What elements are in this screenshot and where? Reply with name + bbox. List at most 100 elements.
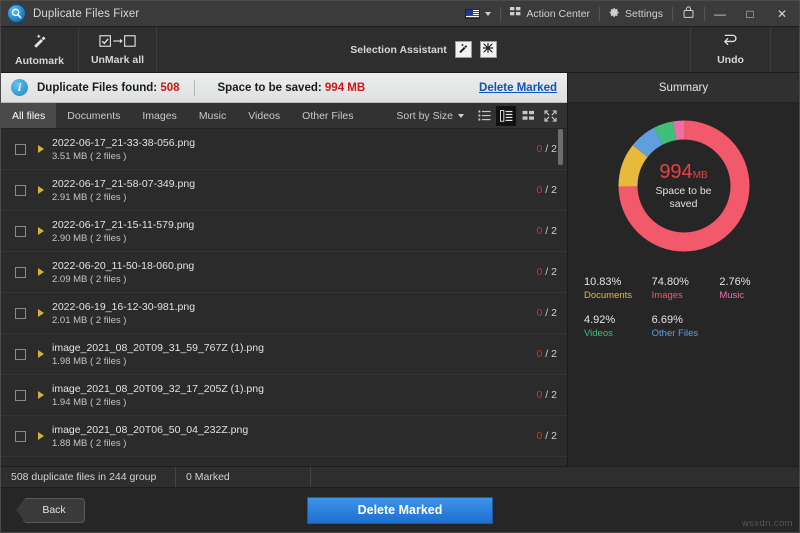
close-icon: ✕ bbox=[777, 7, 787, 21]
info-icon: i bbox=[11, 79, 28, 96]
table-row[interactable]: image_2021_08_20T09_32_17_205Z (1).png 1… bbox=[1, 375, 567, 416]
main-toolbar: Automark UnMark all Selection Assistant bbox=[1, 27, 799, 73]
magic-wand-icon bbox=[457, 42, 469, 57]
close-button[interactable]: ✕ bbox=[765, 1, 799, 27]
expand-arrow-icon[interactable] bbox=[38, 268, 44, 276]
tab-music[interactable]: Music bbox=[188, 103, 237, 128]
view-controls: Sort by Size bbox=[396, 103, 567, 128]
fullscreen-icon[interactable] bbox=[540, 106, 560, 126]
row-checkbox[interactable] bbox=[15, 144, 26, 155]
minimize-button[interactable]: — bbox=[705, 1, 735, 27]
tab-images[interactable]: Images bbox=[131, 103, 187, 128]
undo-button[interactable]: Undo bbox=[691, 27, 771, 72]
row-checkbox[interactable] bbox=[15, 185, 26, 196]
expand-arrow-icon[interactable] bbox=[38, 432, 44, 440]
file-meta: 3.51 MB ( 2 files ) bbox=[52, 151, 195, 162]
cart-button[interactable] bbox=[673, 1, 704, 26]
table-row[interactable]: image_2021_08_20T06_50_04_232Z.png 1.88 … bbox=[1, 416, 567, 457]
info-bar: i Duplicate Files found: 508 Space to be… bbox=[1, 73, 567, 103]
row-checkbox[interactable] bbox=[15, 226, 26, 237]
legend-item-music: 2.76% Music bbox=[719, 276, 787, 301]
delete-marked-link[interactable]: Delete Marked bbox=[479, 82, 557, 94]
space-saved-amount: 994MB bbox=[659, 161, 707, 184]
table-row[interactable]: 2022-06-17_21-33-38-056.png 3.51 MB ( 2 … bbox=[1, 129, 567, 170]
marked-count: 0 / 2 bbox=[537, 266, 557, 278]
row-checkbox[interactable] bbox=[15, 349, 26, 360]
tab-documents[interactable]: Documents bbox=[56, 103, 131, 128]
tab-other-files[interactable]: Other Files bbox=[291, 103, 364, 128]
file-name: image_2021_08_20T06_50_04_232Z.png bbox=[52, 424, 248, 436]
language-selector[interactable] bbox=[456, 1, 500, 26]
row-text: 2022-06-19_16-12-30-981.png 2.01 MB ( 2 … bbox=[52, 301, 195, 326]
selection-assistant-wand-button[interactable] bbox=[455, 41, 472, 58]
settings-label: Settings bbox=[625, 8, 663, 20]
space-saved-value: 994 MB bbox=[325, 82, 365, 94]
action-center-label: Action Center bbox=[526, 8, 590, 20]
row-text: 2022-06-17_21-33-38-056.png 3.51 MB ( 2 … bbox=[52, 137, 195, 162]
tab-all-files[interactable]: All files bbox=[1, 103, 56, 128]
table-row[interactable]: 2022-06-17_21-15-11-579.png 2.90 MB ( 2 … bbox=[1, 211, 567, 252]
row-text: 2022-06-17_21-58-07-349.png 2.91 MB ( 2 … bbox=[52, 178, 195, 203]
checkbox-to-empty-icon bbox=[99, 34, 137, 51]
file-meta: 2.91 MB ( 2 files ) bbox=[52, 192, 195, 203]
space-saved-caption: Space to be saved bbox=[655, 185, 711, 211]
cart-icon bbox=[682, 6, 695, 22]
list-view-icon[interactable] bbox=[474, 106, 494, 126]
donut-chart: 994MB Space to be saved bbox=[614, 116, 754, 256]
file-meta: 2.01 MB ( 2 files ) bbox=[52, 315, 195, 326]
unmark-all-button[interactable]: UnMark all bbox=[79, 27, 157, 72]
table-row[interactable]: 2022-06-19_16-12-30-981.png 2.01 MB ( 2 … bbox=[1, 293, 567, 334]
back-label: Back bbox=[42, 504, 65, 516]
selection-assistant-tools-button[interactable] bbox=[480, 41, 497, 58]
legend-label: Images bbox=[652, 290, 720, 301]
selection-assistant-label: Selection Assistant bbox=[350, 44, 446, 56]
back-button[interactable]: Back bbox=[23, 498, 85, 523]
settings-button[interactable]: Settings bbox=[600, 1, 672, 26]
row-checkbox[interactable] bbox=[15, 308, 26, 319]
marked-count: 0 / 2 bbox=[537, 143, 557, 155]
file-meta: 1.98 MB ( 2 files ) bbox=[52, 356, 264, 367]
status-bar: 508 duplicate files in 244 group 0 Marke… bbox=[1, 466, 799, 488]
expand-arrow-icon[interactable] bbox=[38, 186, 44, 194]
file-name: image_2021_08_20T09_31_59_767Z (1).png bbox=[52, 342, 264, 354]
row-checkbox[interactable] bbox=[15, 390, 26, 401]
row-checkbox[interactable] bbox=[15, 267, 26, 278]
marked-count: 0 / 2 bbox=[537, 389, 557, 401]
tools-icon bbox=[482, 42, 494, 57]
marked-count: 0 / 2 bbox=[537, 184, 557, 196]
file-name: 2022-06-17_21-58-07-349.png bbox=[52, 178, 195, 190]
scrollbar-thumb[interactable] bbox=[558, 129, 563, 165]
donut-chart-container: 994MB Space to be saved bbox=[568, 103, 799, 256]
table-row[interactable]: 2022-06-17_21-58-07-349.png 2.91 MB ( 2 … bbox=[1, 170, 567, 211]
table-row[interactable]: 2022-06-20_11-50-18-060.png 2.09 MB ( 2 … bbox=[1, 252, 567, 293]
app-title: Duplicate Files Fixer bbox=[33, 8, 139, 20]
file-name: 2022-06-17_21-15-11-579.png bbox=[52, 219, 194, 231]
legend-label: Other Files bbox=[652, 328, 720, 339]
duplicate-file-list[interactable]: 2022-06-17_21-33-38-056.png 3.51 MB ( 2 … bbox=[1, 129, 567, 466]
delete-marked-button[interactable]: Delete Marked bbox=[307, 497, 493, 524]
legend-label: Music bbox=[719, 290, 787, 301]
sort-by-dropdown[interactable]: Sort by Size bbox=[396, 110, 472, 122]
expand-arrow-icon[interactable] bbox=[38, 309, 44, 317]
status-marked-count: 0 Marked bbox=[176, 467, 311, 487]
expand-arrow-icon[interactable] bbox=[38, 350, 44, 358]
legend-label: Documents bbox=[584, 290, 652, 301]
action-center-button[interactable]: Action Center bbox=[501, 1, 599, 26]
expand-arrow-icon[interactable] bbox=[38, 391, 44, 399]
legend-percent: 74.80% bbox=[652, 276, 720, 288]
maximize-button[interactable]: □ bbox=[735, 1, 765, 27]
expand-arrow-icon[interactable] bbox=[38, 227, 44, 235]
left-panel: i Duplicate Files found: 508 Space to be… bbox=[1, 73, 567, 466]
sort-by-label: Sort by Size bbox=[396, 110, 453, 122]
grid-view-icon[interactable] bbox=[518, 106, 538, 126]
list-scrollbar[interactable] bbox=[558, 129, 563, 466]
expand-arrow-icon[interactable] bbox=[38, 145, 44, 153]
table-row[interactable]: image_2021_08_20T09_31_59_767Z (1).png 1… bbox=[1, 334, 567, 375]
row-checkbox[interactable] bbox=[15, 431, 26, 442]
toolbar-spacer bbox=[771, 27, 799, 72]
tab-videos[interactable]: Videos bbox=[237, 103, 291, 128]
automark-button[interactable]: Automark bbox=[1, 27, 79, 72]
title-bar-left: Duplicate Files Fixer bbox=[1, 5, 456, 22]
detail-view-icon[interactable] bbox=[496, 106, 516, 126]
legend-percent: 10.83% bbox=[584, 276, 652, 288]
